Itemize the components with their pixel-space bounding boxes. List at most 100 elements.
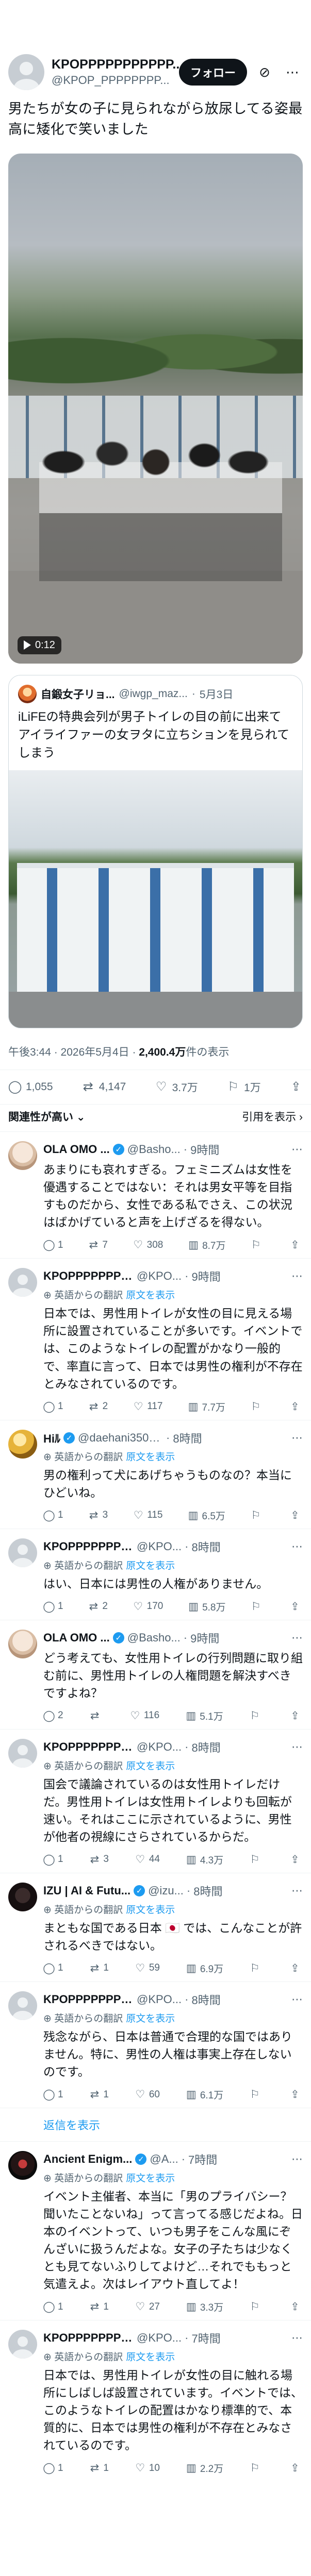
show-original-link[interactable]: 原文を表示 bbox=[126, 2173, 175, 2184]
reply-avatar[interactable] bbox=[8, 1738, 37, 1768]
video-duration-badge[interactable]: 0:12 bbox=[18, 636, 61, 654]
reply-author-handle[interactable]: @Basho... bbox=[127, 1143, 181, 1156]
reply-button[interactable]: ◯ 1 bbox=[43, 1238, 63, 1252]
reply-button[interactable]: ◯ 1 bbox=[43, 1509, 63, 1522]
grok-icon[interactable]: ⊘ bbox=[254, 62, 275, 82]
reply-author-handle[interactable]: @daehani350331 bbox=[78, 1431, 163, 1445]
more-options-icon[interactable]: ⋯ bbox=[291, 2153, 303, 2166]
more-options-icon[interactable]: ⋯ bbox=[291, 1993, 303, 2006]
video-player[interactable]: 0:12 bbox=[8, 153, 303, 664]
views-button[interactable]: ▥ 7.7万 bbox=[188, 1400, 225, 1414]
like-button[interactable]: ♡ 60 bbox=[135, 2088, 160, 2102]
bookmark-button[interactable]: ⚐ bbox=[249, 2300, 264, 2314]
reply-item[interactable]: OLA OMO ... ✓ @Basho... · 9時間 ⋯ あまりにも哀れすぎる… bbox=[0, 1131, 311, 1258]
like-button[interactable]: ♡ 117 bbox=[133, 1400, 163, 1414]
repost-button[interactable]: ⇄ 1 bbox=[89, 1961, 109, 1975]
reply-button[interactable]: ◯ 1 bbox=[43, 1853, 63, 1867]
reply-avatar[interactable] bbox=[8, 1429, 37, 1459]
reply-author-handle[interactable]: @Basho... bbox=[127, 1631, 181, 1645]
more-options-icon[interactable]: ⋯ bbox=[291, 1269, 303, 1283]
reply-item[interactable]: KPOPPPPPPPPPPP...@KPO... · 9時間 ⋯ ⊕ 英語からの… bbox=[0, 1258, 311, 1419]
share-button[interactable]: ⇪ bbox=[289, 1600, 301, 1614]
reply-author-name[interactable]: KPOPPPPPPPPPPP... bbox=[43, 1269, 134, 1283]
more-options-icon[interactable]: ⋯ bbox=[291, 1884, 303, 1897]
more-options-icon[interactable]: ⋯ bbox=[291, 1143, 303, 1156]
bookmark-button[interactable]: ⚐ bbox=[249, 1709, 264, 1723]
repost-button[interactable]: ⇄ 2 bbox=[88, 1400, 108, 1414]
reply-avatar[interactable] bbox=[8, 1629, 37, 1658]
share-button[interactable]: ⇪ bbox=[289, 2088, 301, 2102]
reply-author-handle[interactable]: @KPO... bbox=[137, 1269, 182, 1283]
reply-button[interactable]: ◯ 1,055 bbox=[8, 1080, 53, 1094]
like-button[interactable]: ♡ 10 bbox=[135, 2461, 160, 2475]
quoted-image[interactable] bbox=[9, 770, 302, 1028]
show-original-link[interactable]: 原文を表示 bbox=[126, 2013, 175, 2024]
share-button[interactable]: ⇪ bbox=[289, 1509, 301, 1522]
like-button[interactable]: ♡ 308 bbox=[133, 1238, 163, 1252]
reply-author-name[interactable]: IZU | AI & Futu... bbox=[43, 1884, 130, 1897]
share-button[interactable]: ⇪ bbox=[289, 1853, 301, 1867]
reply-author-name[interactable]: KPOPPPPPPPPPPP... bbox=[43, 1993, 134, 2006]
bookmark-button[interactable]: ⚐ bbox=[249, 1853, 264, 1867]
more-options-icon[interactable]: ⋯ bbox=[291, 1540, 303, 1553]
reply-button[interactable]: ◯ 1 bbox=[43, 2461, 63, 2475]
quoted-post[interactable]: 自鍛女子リョ... @iwgp_maz... · 5月3日 iLiFEの特典会列… bbox=[8, 674, 303, 1029]
repost-button[interactable]: ⇄ 1 bbox=[89, 2461, 109, 2475]
share-button[interactable]: ⇪ bbox=[289, 2461, 301, 2475]
repost-button[interactable]: ⇄ bbox=[89, 1709, 104, 1723]
reply-item[interactable]: OLA OMO ... ✓ @Basho... · 9時間 ⋯ どう考えても、女性用… bbox=[0, 1619, 311, 1729]
bookmark-button[interactable]: ⚐ bbox=[250, 1600, 265, 1614]
reply-item[interactable]: KPOPPPPPPPPPPP...@KPO... · 8時間 ⋯ ⊕ 英語からの… bbox=[0, 1528, 311, 1620]
reply-button[interactable]: ◯ 1 bbox=[43, 1600, 63, 1614]
author-avatar[interactable] bbox=[8, 54, 44, 90]
bookmark-button[interactable]: ⚐ bbox=[250, 1509, 265, 1522]
reply-author-name[interactable]: KPOPPPPPPPPPPP... bbox=[43, 1540, 134, 1553]
like-button[interactable]: ♡ 59 bbox=[135, 1961, 160, 1975]
repost-button[interactable]: ⇄ 2 bbox=[88, 1600, 108, 1614]
views-button[interactable]: ▥ 4.3万 bbox=[186, 1853, 223, 1867]
reply-author-name[interactable]: Ancient Enigm... bbox=[43, 2153, 132, 2166]
like-button[interactable]: ♡ 27 bbox=[135, 2300, 160, 2314]
reply-item[interactable]: KPOPPPPPPPPPPP...@KPO... · 8時間 ⋯ ⊕ 英語からの… bbox=[0, 1728, 311, 1873]
reply-avatar[interactable] bbox=[8, 1268, 37, 1297]
share-button[interactable]: ⇪ bbox=[289, 1961, 301, 1975]
bookmark-button[interactable]: ⚐ 1万 bbox=[226, 1079, 260, 1095]
share-button[interactable]: ⇪ bbox=[289, 1080, 303, 1094]
reply-avatar[interactable] bbox=[8, 1991, 37, 2020]
repost-button[interactable]: ⇄ 4,147 bbox=[81, 1080, 126, 1094]
views-button[interactable]: ▥ 6.9万 bbox=[186, 1961, 223, 1975]
repost-button[interactable]: ⇄ 3 bbox=[88, 1509, 108, 1522]
reply-button[interactable]: ◯ 1 bbox=[43, 1400, 63, 1414]
views-button[interactable]: ▥ 6.1万 bbox=[186, 2088, 223, 2102]
repost-button[interactable]: ⇄ 1 bbox=[89, 2088, 109, 2102]
show-original-link[interactable]: 原文を表示 bbox=[126, 1905, 175, 1916]
reply-button[interactable]: ◯ 1 bbox=[43, 2300, 63, 2314]
like-button[interactable]: ♡ 116 bbox=[129, 1709, 159, 1723]
more-options-icon[interactable]: ⋯ bbox=[291, 1431, 303, 1445]
reply-avatar[interactable] bbox=[8, 1141, 37, 1171]
reply-avatar[interactable] bbox=[8, 1538, 37, 1567]
views-button[interactable]: ▥ 2.2万 bbox=[186, 2461, 223, 2475]
reply-author-name[interactable]: KPOPPPPPPPPPPP... bbox=[43, 2331, 134, 2345]
reply-author-handle[interactable]: @KPO... bbox=[137, 2331, 182, 2345]
reply-author-name[interactable]: KPOPPPPPPPPPPP... bbox=[43, 1740, 134, 1754]
reply-author-name[interactable]: OLA OMO ... bbox=[43, 1631, 110, 1645]
reply-button[interactable]: ◯ 2 bbox=[43, 1709, 63, 1723]
views-button[interactable]: ▥ 3.3万 bbox=[186, 2300, 223, 2314]
like-button[interactable]: ♡ 170 bbox=[133, 1600, 163, 1614]
show-quotes-link[interactable]: 引用を表示 › bbox=[242, 1109, 303, 1124]
follow-button[interactable]: フォロー bbox=[178, 59, 247, 86]
share-button[interactable]: ⇪ bbox=[289, 1400, 301, 1414]
like-button[interactable]: ♡ 3.7万 bbox=[155, 1079, 198, 1095]
reply-author-handle[interactable]: @KPO... bbox=[137, 1740, 182, 1754]
reply-button[interactable]: ◯ 1 bbox=[43, 1961, 63, 1975]
bookmark-button[interactable]: ⚐ bbox=[249, 2088, 264, 2102]
share-button[interactable]: ⇪ bbox=[289, 1238, 301, 1252]
share-button[interactable]: ⇪ bbox=[289, 1709, 301, 1723]
reply-author-handle[interactable]: @KPO... bbox=[137, 1540, 182, 1553]
reply-item[interactable]: KPOPPPPPPPPPPP...@KPO... · 8時間 ⋯ ⊕ 英語からの… bbox=[0, 1981, 311, 2108]
show-original-link[interactable]: 原文を表示 bbox=[126, 2352, 175, 2363]
bookmark-button[interactable]: ⚐ bbox=[249, 2461, 264, 2475]
more-options-icon[interactable]: ⋯ bbox=[291, 1740, 303, 1754]
views-button[interactable]: ▥ 5.1万 bbox=[185, 1709, 223, 1723]
